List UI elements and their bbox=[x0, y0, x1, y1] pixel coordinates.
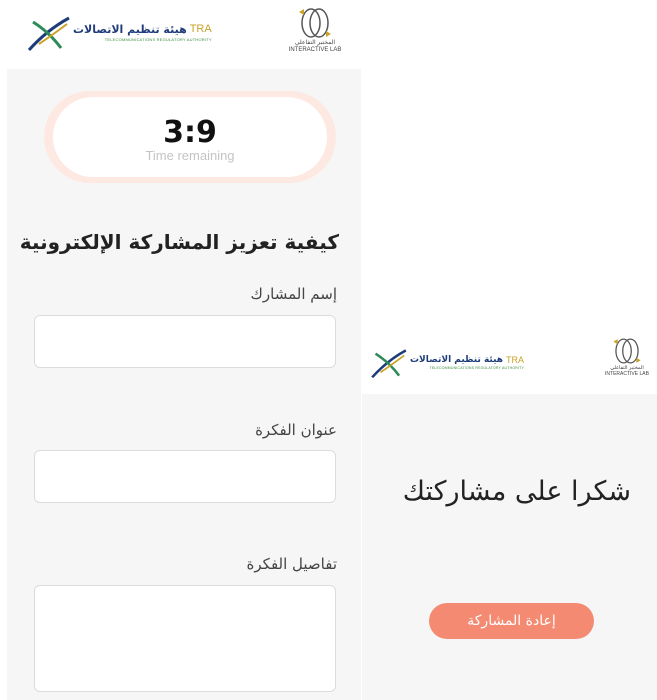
tra-swoosh-icon bbox=[371, 349, 407, 379]
timer-value: 3:9 bbox=[163, 115, 217, 150]
interactive-lab-logo: المختبر التفاعلي INTERACTIVE LAB bbox=[602, 336, 652, 378]
idea-title-input[interactable] bbox=[34, 450, 336, 503]
tra-swoosh-icon bbox=[27, 16, 70, 52]
interactive-lab-icon bbox=[299, 8, 331, 38]
timer-label: Time remaining bbox=[145, 148, 235, 163]
form-title: كيفية تعزيز المشاركة الإلكترونية bbox=[19, 230, 339, 254]
tra-abbrev: TRA bbox=[189, 23, 212, 35]
tra-arabic-name: هيئة تنظيم الاتصالات bbox=[73, 23, 187, 36]
lab-english-name: INTERACTIVE LAB bbox=[288, 46, 342, 53]
tra-english-name: TELECOMMUNICATIONS REGULATORY AUTHORITY bbox=[104, 37, 212, 42]
confirmation-screen: هيئة تنظيم الاتصالات TRA TELECOMMUNICATI… bbox=[362, 332, 657, 700]
idea-details-textarea[interactable] bbox=[34, 585, 336, 692]
idea-details-label: تفاصيل الفكرة bbox=[246, 555, 337, 573]
tra-logo: هيئة تنظيم الاتصالات TRA TELECOMMUNICATI… bbox=[370, 347, 524, 379]
interactive-lab-logo: المختبر التفاعلي INTERACTIVE LAB bbox=[287, 6, 343, 54]
lab-arabic-name: المختبر التفاعلي bbox=[294, 40, 336, 46]
header-bar: هيئة تنظيم الاتصالات TRA TELECOMMUNICATI… bbox=[362, 332, 657, 394]
tra-abbrev: TRA bbox=[506, 354, 525, 365]
tra-logo: هيئة تنظيم الاتصالات TRA TELECOMMUNICATI… bbox=[27, 14, 212, 52]
form-screen: هيئة تنظيم الاتصالات TRA TELECOMMUNICATI… bbox=[7, 0, 361, 700]
header-bar: هيئة تنظيم الاتصالات TRA TELECOMMUNICATI… bbox=[7, 0, 361, 69]
timer-widget: 3:9 Time remaining bbox=[44, 91, 336, 183]
resubmit-button[interactable]: إعادة المشاركة bbox=[429, 603, 594, 639]
thank-you-message: شكرا على مشاركتك bbox=[402, 476, 631, 507]
tra-english-name: TELECOMMUNICATIONS REGULATORY AUTHORITY bbox=[429, 365, 525, 370]
participant-name-label: إسم المشارك bbox=[250, 285, 337, 303]
participant-name-input[interactable] bbox=[34, 315, 336, 368]
lab-english-name: INTERACTIVE LAB bbox=[605, 370, 649, 377]
interactive-lab-icon bbox=[613, 338, 641, 364]
tra-arabic-name: هيئة تنظيم الاتصالات bbox=[410, 354, 504, 365]
idea-title-label: عنوان الفكرة bbox=[255, 421, 337, 439]
